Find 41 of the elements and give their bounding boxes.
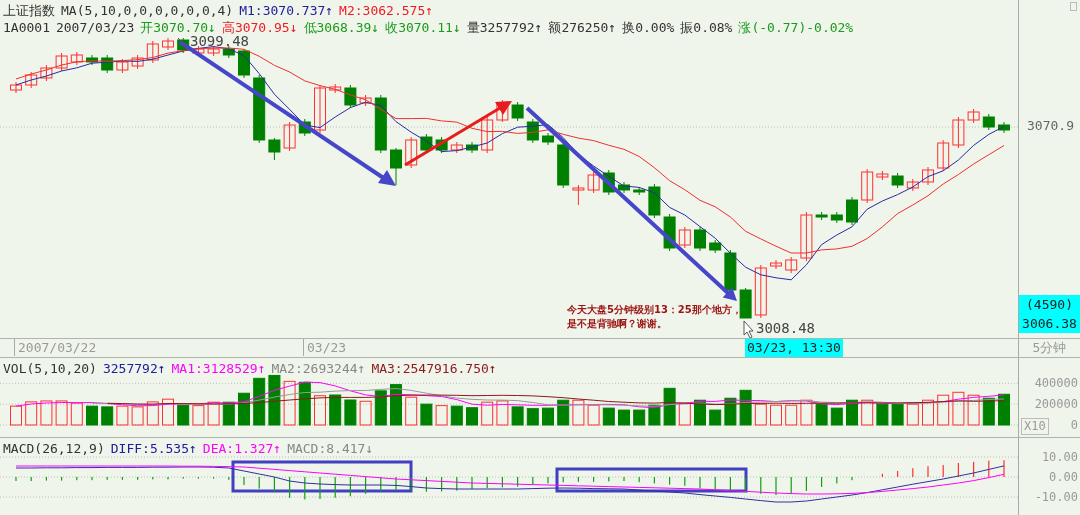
volume-axis-label: 0	[1070, 417, 1078, 433]
macd-axis-label: -10.00	[1034, 489, 1078, 505]
quote-value: 高3070.95↓	[221, 19, 298, 36]
quote-value: 2007/03/23	[55, 19, 135, 36]
indicator-value: MA2:2693244↑	[271, 360, 366, 377]
quote-value: 量3257792↑	[466, 19, 543, 36]
macd-axis-label: 0.00	[1049, 469, 1078, 485]
indicator-value: VOL(5,10,20)	[3, 360, 97, 377]
date-axis-label: 2007/03/22	[14, 339, 97, 356]
indicator-value: MA3:2547916.750↑	[371, 360, 497, 377]
date-axis-label: 03/23	[303, 339, 347, 356]
quote-value: 1A0001	[3, 19, 50, 36]
quote-value: 收3070.11↓	[385, 19, 461, 36]
annotation-text: 今天大盘5分钟级别13：25那个地方， 是不是背驰啊？谢谢。	[567, 303, 742, 331]
period-label[interactable]: 5分钟	[1032, 339, 1067, 357]
price-axis-label: 3070.9	[1027, 118, 1074, 133]
quote-value: 涨(-0.77)-0.02%	[738, 19, 854, 36]
indicator-value: M2:3062.575↑	[339, 2, 434, 19]
indicator-value: DIFF:5.535↑	[110, 440, 197, 457]
cursor-price-value: 3006.38	[1022, 315, 1077, 333]
quote-value: 额276250↑	[548, 19, 617, 36]
quote-value: 换0.00%	[622, 19, 675, 36]
macd-axis-label: 10.00	[1041, 449, 1078, 465]
cursor-volume-value: (4590)	[1026, 296, 1073, 314]
high-price-label: 3099.48	[190, 35, 249, 48]
indicator-value: MA1:3128529↑	[171, 360, 266, 377]
indicator-value: MA(5,10,0,0,0,0,0,0,4)	[61, 2, 234, 19]
quote-value: 开3070.70↓	[140, 19, 216, 36]
low-price-label: 3008.48	[756, 320, 815, 336]
indicator-value: MACD(26,12,9)	[3, 440, 105, 457]
quote-value: 振0.08%	[680, 19, 733, 36]
indicator-value: DEA:1.327↑	[202, 440, 282, 457]
indicator-value: M1:3070.737↑	[239, 2, 334, 19]
indicator-value: 3257792↑	[102, 360, 166, 377]
scale-label: X10	[1021, 418, 1049, 435]
quote-value: 低3068.39↓	[303, 19, 380, 36]
volume-axis-label: 200000	[1034, 396, 1078, 413]
indicator-value: MACD:8.417↓	[287, 440, 374, 457]
cursor-time-label: 03/23, 13:30	[745, 339, 843, 357]
volume-axis-label: 400000	[1034, 375, 1078, 392]
indicator-value: 上证指数	[3, 2, 55, 19]
